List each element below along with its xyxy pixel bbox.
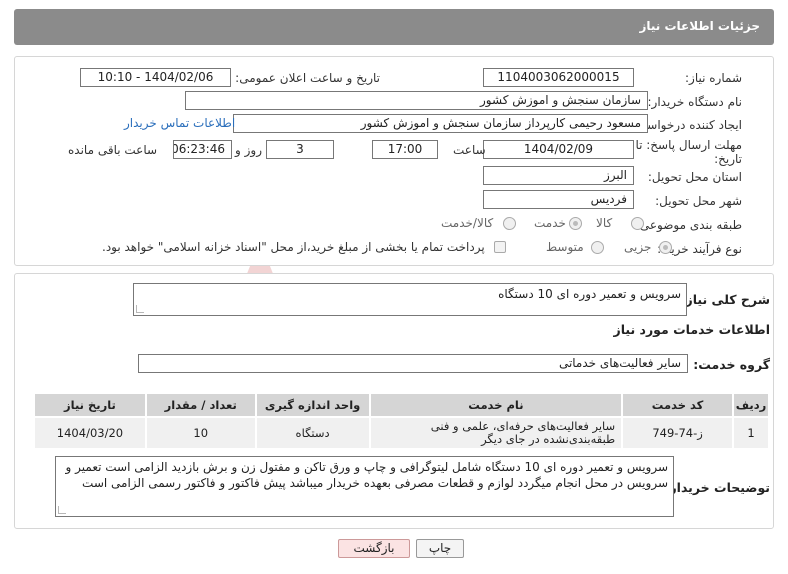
table-header-row: ردیف کد خدمت نام خدمت واحد اندازه گیری ت… xyxy=(33,392,771,418)
purchase-medium-radio[interactable] xyxy=(591,241,604,254)
services-heading: اطلاعات خدمات مورد نیاز xyxy=(613,322,771,337)
buyer-org-label: نام دستگاه خریدار: xyxy=(647,95,743,109)
category-goods-label: کالا xyxy=(596,216,613,230)
requester-label: ایجاد کننده درخواست: xyxy=(631,118,742,132)
buyer-org-field: سازمان سنجش و اموزش کشور xyxy=(185,91,648,110)
deadline-time-label: ساعت xyxy=(453,143,486,157)
announce-date-field: 1404/02/06 - 10:10 xyxy=(80,68,231,87)
col-name-header: نام خدمت xyxy=(368,392,624,418)
category-goods-service-label: کالا/خدمت xyxy=(441,216,494,230)
category-service-label: خدمت xyxy=(534,216,566,230)
resize-handle-icon[interactable] xyxy=(136,305,144,313)
service-group-label: گروه خدمت: xyxy=(693,357,770,372)
cell-service-name: سایر فعالیت‌های حرفه‌ای، علمی و فنی طبقه… xyxy=(368,416,624,450)
summary-label: شرح کلی نیاز: xyxy=(680,292,770,307)
col-date-header: تاریخ نیاز xyxy=(33,392,147,418)
services-table: ردیف کد خدمت نام خدمت واحد اندازه گیری ت… xyxy=(33,392,771,450)
buyer-notes-label: توضیحات خریدار: xyxy=(664,480,770,495)
back-button[interactable]: بازگشت xyxy=(338,539,410,558)
category-label: طبقه بندی موضوعی: xyxy=(635,218,742,232)
deadline-label-line2: تاریخ: xyxy=(714,152,742,166)
cell-row-number: 1 xyxy=(731,416,771,450)
city-label: شهر محل تحویل: xyxy=(655,194,742,208)
remaining-time-label: ساعت باقی مانده xyxy=(68,143,158,157)
buyer-notes-field: سرویس و تعمیر دوره ای 10 دستگاه شامل لیت… xyxy=(55,456,674,517)
category-goods-radio[interactable] xyxy=(631,217,644,230)
cell-service-code: ز-74-749 xyxy=(621,416,734,450)
category-goods-service-radio[interactable] xyxy=(503,217,516,230)
print-button[interactable]: چاپ xyxy=(416,539,464,558)
need-info-panel xyxy=(14,56,774,266)
days-label: روز و xyxy=(235,143,262,157)
need-number-label: شماره نیاز: xyxy=(685,71,742,85)
page-header: جزئیات اطلاعات نیاز xyxy=(14,9,774,45)
resize-handle-icon[interactable] xyxy=(58,506,66,514)
category-service-radio[interactable] xyxy=(569,217,582,230)
summary-text: سرویس و تعمیر دوره ای 10 دستگاه xyxy=(498,287,681,301)
purchase-minor-label: جزیی xyxy=(624,240,652,254)
deadline-label-line1: مهلت ارسال پاسخ: تا xyxy=(635,138,742,152)
service-group-field: سایر فعالیت‌های خدماتی xyxy=(138,354,688,373)
treasury-payment-note: پرداخت تمام یا بخشی از مبلغ خرید،از محل … xyxy=(102,240,485,254)
cell-unit: دستگاه xyxy=(254,416,371,450)
days-remaining-field: 3 xyxy=(266,140,334,159)
page-title: جزئیات اطلاعات نیاز xyxy=(639,19,760,33)
purchase-minor-radio[interactable] xyxy=(659,241,672,254)
announce-date-label: تاریخ و ساعت اعلان عمومی: xyxy=(235,71,380,85)
purchase-medium-label: متوسط xyxy=(546,240,584,254)
table-row: 1 ز-74-749 سایر فعالیت‌های حرفه‌ای، علمی… xyxy=(33,416,771,450)
province-field: البرز xyxy=(483,166,634,185)
col-row-header: ردیف xyxy=(731,392,771,418)
cell-quantity: 10 xyxy=(144,416,257,450)
treasury-payment-checkbox[interactable] xyxy=(494,241,506,253)
summary-field: سرویس و تعمیر دوره ای 10 دستگاه xyxy=(133,283,687,316)
buyer-contact-link[interactable]: اطلاعات تماس خریدار xyxy=(124,116,235,130)
deadline-date-field: 1404/02/09 xyxy=(483,140,634,159)
city-field: فردیس xyxy=(483,190,634,209)
col-unit-header: واحد اندازه گیری xyxy=(254,392,371,418)
col-code-header: کد خدمت xyxy=(621,392,734,418)
col-quantity-header: تعداد / مقدار xyxy=(144,392,257,418)
deadline-time-field: 17:00 xyxy=(372,140,438,159)
requester-field: مسعود رحیمی کارپرداز سازمان سنجش و اموزش… xyxy=(233,114,648,133)
need-number-field: 1104003062000015 xyxy=(483,68,634,87)
province-label: استان محل تحویل: xyxy=(647,170,742,184)
remaining-time-field: 06:23:46 xyxy=(173,140,232,159)
buyer-notes-text: سرویس و تعمیر دوره ای 10 دستگاه شامل لیت… xyxy=(65,460,668,490)
cell-need-date: 1404/03/20 xyxy=(33,416,147,450)
